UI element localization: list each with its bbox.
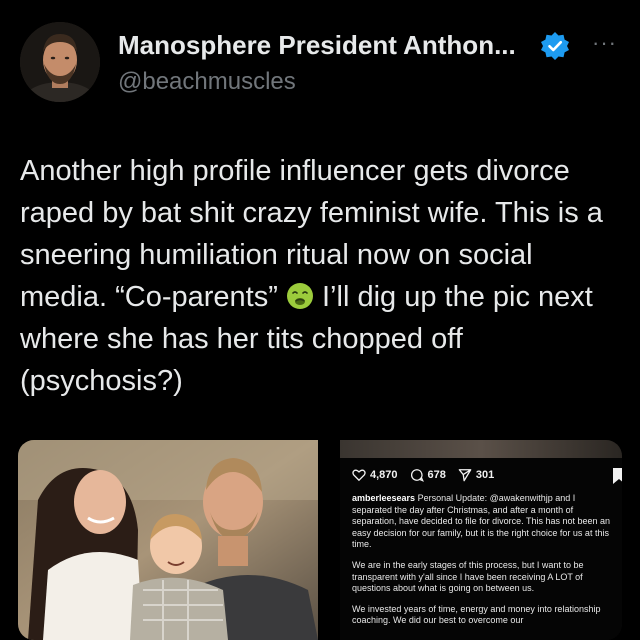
tweet-media[interactable]: 4,870 678 301 amberleesears Personal Upd… [18,440,622,640]
share-icon [458,469,472,482]
caption-paragraph-2: We are in the early stages of this proce… [352,559,584,594]
user-handle[interactable]: @beachmuscles [118,68,296,96]
likes-group: 4,870 [352,468,398,482]
nauseated-face-icon [286,283,313,309]
more-options-icon[interactable]: ··· [592,30,617,56]
instagram-action-bar: 4,870 678 301 [352,468,506,482]
avatar-image [20,22,100,102]
display-name[interactable]: Manosphere President Anthon... [118,30,516,61]
shares-count: 301 [475,469,495,481]
tweet-text: Another high profile influencer gets div… [20,150,626,402]
instagram-username: amberleesears [352,493,416,503]
instagram-screenshot[interactable]: 4,870 678 301 amberleesears Personal Upd… [340,440,622,640]
likes-count: 4,870 [370,469,398,481]
comments-group: 678 [410,468,446,482]
media-divider [318,440,340,640]
caption-paragraph-1: amberleesears Personal Update: @awakenwi… [352,493,614,551]
family-photo[interactable] [18,440,318,640]
comments-count: 678 [427,469,446,481]
caption-paragraph-3: We invested years of time, energy and mo… [352,603,601,626]
shares-group: 301 [458,468,494,482]
heart-icon [352,469,366,482]
instagram-post-image-strip [340,440,622,458]
bookmark-icon [613,468,622,484]
instagram-caption: amberleesears Personal Update: @awakenwi… [352,493,614,636]
verified-badge-icon [541,32,569,60]
comment-icon [410,469,424,482]
avatar[interactable] [20,22,100,102]
